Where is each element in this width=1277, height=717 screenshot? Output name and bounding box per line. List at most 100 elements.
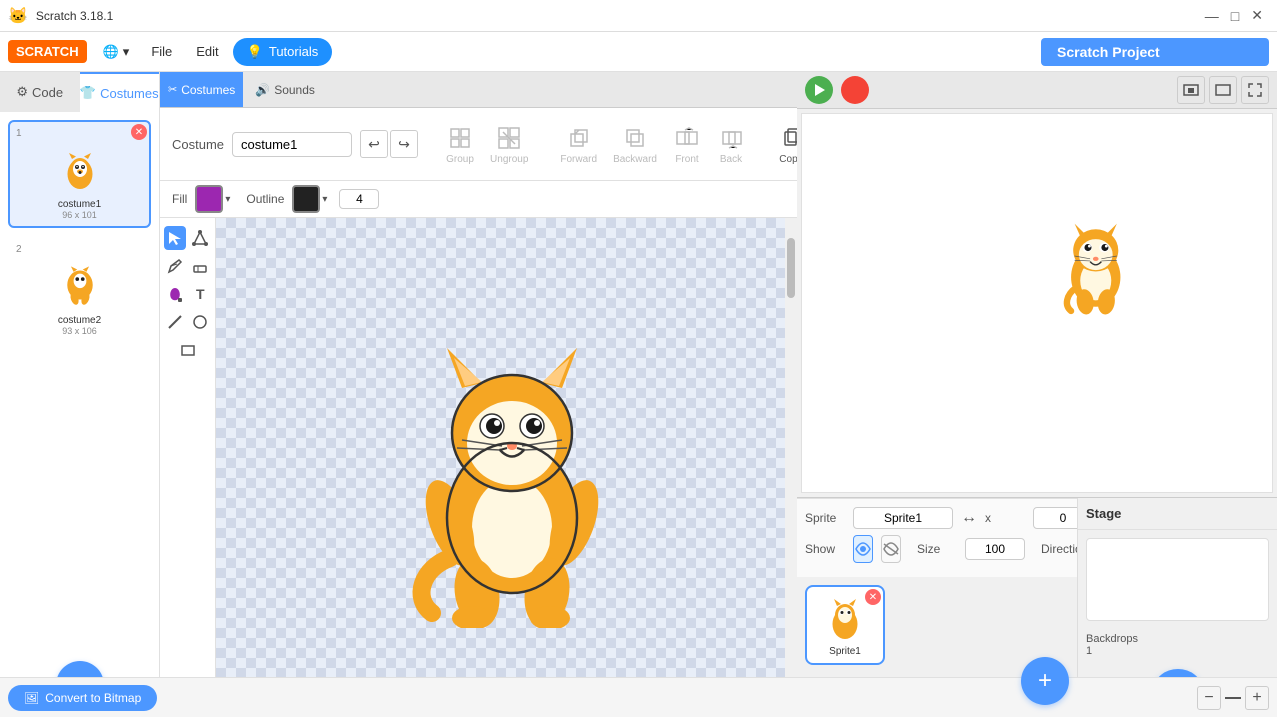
tool-row-3: T [164,282,211,306]
large-stage-button[interactable] [1209,76,1237,104]
backward-button[interactable]: Backward [609,120,661,169]
outline-label: Outline [246,192,284,206]
forward-button[interactable]: Forward [556,120,601,169]
sprite-1-preview [820,594,870,644]
fill-arrow-icon[interactable]: ▾ [225,194,230,205]
delete-costume-1-button[interactable]: ✕ [131,124,147,140]
outline-color-swatch[interactable] [292,185,320,213]
edit-menu[interactable]: Edit [186,40,228,63]
front-icon [673,124,701,152]
hide-visible-button[interactable] [881,535,901,563]
stage-area [801,113,1273,493]
backward-icon [621,124,649,152]
tool-row-5 [164,338,211,362]
costume-name-input[interactable] [232,132,352,157]
canvas-area[interactable] [216,218,797,717]
fill-color-swatch[interactable] [195,185,223,213]
select-tool[interactable] [164,226,186,250]
show-visible-button[interactable] [853,535,873,563]
costume-1-name: costume1 [58,199,101,210]
maximize-button[interactable]: □ [1225,5,1245,26]
tabs: ⚙ Code 👕 Costumes [0,72,159,112]
right-panel: Sprite ↔ x ↕ y Show [797,72,1277,717]
sprite-name-input[interactable] [853,507,953,529]
front-button[interactable]: Front [669,120,705,169]
close-button[interactable]: ✕ [1245,5,1269,26]
add-sprite-button[interactable]: + [1021,657,1069,705]
pencil-tool[interactable] [164,254,186,278]
text-tool[interactable]: T [190,282,212,306]
stage-thumbnail[interactable] [1086,538,1269,621]
rect-tool[interactable] [176,338,200,362]
costume-item-1[interactable]: ✕ 1 [8,120,151,228]
x-input[interactable] [1033,507,1077,529]
line-tool[interactable] [164,310,186,334]
costume-list: ✕ 1 [0,112,159,653]
fullscreen-button[interactable] [1241,76,1269,104]
tab-costumes[interactable]: 👕 Costumes [80,72,160,112]
eraser-tool[interactable] [190,254,212,278]
tutorials-button[interactable]: 💡 Tutorials [233,38,333,66]
size-input[interactable] [965,538,1025,560]
tool-row-1 [164,226,211,250]
green-flag-button[interactable] [805,76,833,104]
costume-2-name: costume2 [58,315,101,326]
costumes-tab-active: ✂ [168,83,177,96]
tab-code[interactable]: ⚙ Code [0,72,80,112]
size-label: Size [917,542,957,556]
tool-row-2 [164,254,211,278]
reshape-tool[interactable] [190,226,212,250]
bulb-icon: 💡 [247,44,263,60]
costume-1-preview [50,139,110,199]
stage-header: Stage [1078,498,1277,530]
sprite-section: Sprite ↔ x ↕ y Show [797,498,1077,717]
redo-button[interactable]: ↪ [390,130,418,158]
vertical-scrollbar-thumb [787,238,795,298]
drawing-area: T [160,218,797,717]
costume-2-preview [50,255,110,315]
ungroup-button[interactable]: Ungroup [486,120,532,169]
circle-tool[interactable] [190,310,212,334]
language-button[interactable]: 🌐 ▾ [95,40,138,64]
costumes-tab-label[interactable]: Costumes [181,83,235,97]
forward-icon [565,124,593,152]
language-arrow-icon: ▾ [123,44,130,60]
stop-button[interactable] [841,76,869,104]
tools-sidebar: T [160,218,216,717]
small-stage-button[interactable] [1177,76,1205,104]
project-name-input[interactable] [1041,38,1269,66]
tool-row-4 [164,310,211,334]
direction-label: Direction [1041,542,1077,556]
fill-tool[interactable] [164,282,186,306]
titlebar: 🐱 Scratch 3.18.1 — □ ✕ [0,0,1277,32]
file-menu[interactable]: File [141,40,182,63]
vertical-scrollbar[interactable] [785,218,797,677]
outline-arrow-icon[interactable]: ▾ [322,194,327,205]
show-label: Show [805,542,845,556]
fill-label: Fill [172,192,187,206]
delete-sprite-1-button[interactable]: ✕ [865,589,881,605]
copy-button[interactable]: Copy [773,120,797,169]
back-icon [717,124,745,152]
costume-2-size: 93 x 106 [62,326,97,336]
sprite-canvas [382,328,632,608]
undo-button[interactable]: ↩ [360,130,388,158]
scratch-logo: SCRATCH [8,40,87,63]
outline-size-input[interactable] [339,189,379,209]
canvas-bottom-bar: 🖼 Convert to Bitmap − + [160,677,797,717]
costume-1-number: 1 [16,128,22,139]
stage-layout-controls [1177,76,1269,104]
copy-icon [777,124,797,152]
sprite-1-label: Sprite1 [829,646,861,657]
sprite-item-1[interactable]: ✕ Sprite1 [805,585,885,665]
costume-item-2[interactable]: 2 costume2 93 [8,236,151,344]
costume-2-number: 2 [16,244,22,255]
back-button[interactable]: Back [713,120,749,169]
minimize-button[interactable]: — [1199,5,1225,26]
group-button[interactable]: Group [442,120,478,169]
sprite-props-row-2: Show Size Direction [805,535,1069,563]
globe-icon: 🌐 [103,44,119,60]
sprite-label: Sprite [805,511,845,525]
sounds-tab[interactable]: 🔊 Sounds [243,72,327,107]
menubar: SCRATCH 🌐 ▾ File Edit 💡 Tutorials [0,32,1277,72]
